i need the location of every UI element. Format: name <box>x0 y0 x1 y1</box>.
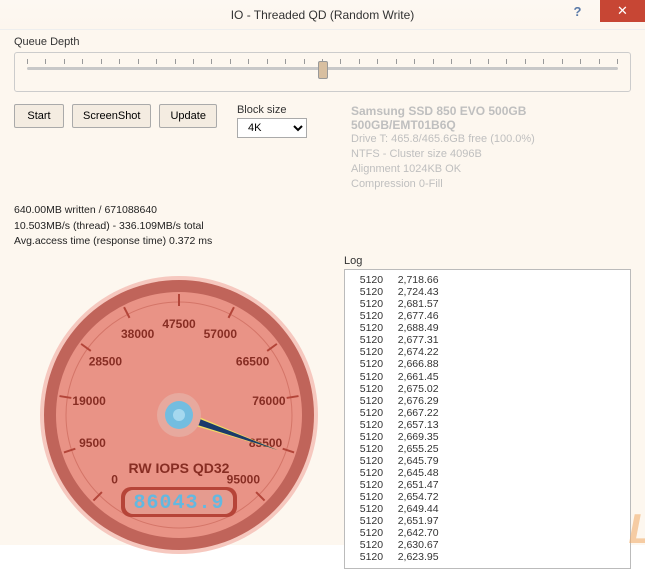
log-label: Log <box>344 255 631 267</box>
block-size-label: Block size <box>237 104 307 116</box>
close-button[interactable]: ✕ <box>600 0 645 22</box>
drive-align: Alignment 1024KB OK <box>351 162 631 177</box>
stats-written: 640.00MB written / 671088640 <box>14 203 631 218</box>
queue-depth-label: Queue Depth <box>14 36 631 48</box>
drive-comp: Compression 0-Fill <box>351 177 631 192</box>
stats-block: 640.00MB written / 671088640 10.503MB/s … <box>14 203 631 249</box>
screenshot-button[interactable]: ScreenShot <box>72 104 151 128</box>
content-area: Queue Depth Start ScreenShot Update Bloc… <box>0 30 645 545</box>
window-title: IO - Threaded QD (Random Write) <box>0 8 645 22</box>
svg-text:95000: 95000 <box>227 472 261 486</box>
svg-text:19000: 19000 <box>72 394 106 408</box>
slider-thumb[interactable] <box>318 61 328 79</box>
svg-text:57000: 57000 <box>204 327 238 341</box>
drive-info: Samsung SSD 850 EVO 500GB 500GB/EMT01B6Q… <box>351 104 631 191</box>
start-button[interactable]: Start <box>14 104 64 128</box>
block-size-select[interactable]: 4K <box>237 118 307 138</box>
svg-text:28500: 28500 <box>89 355 123 369</box>
svg-text:RW IOPS QD32: RW IOPS QD32 <box>129 460 230 476</box>
stats-access-time: Avg.access time (response time) 0.372 ms <box>14 234 631 249</box>
queue-depth-slider[interactable] <box>14 52 631 92</box>
svg-text:0: 0 <box>111 472 118 486</box>
help-button[interactable]: ? <box>555 0 600 22</box>
iops-gauge: 0 9500 19000 28500 38000 47500 57000 66500 76000… <box>14 255 344 555</box>
stats-throughput: 10.503MB/s (thread) - 336.109MB/s total <box>14 219 631 234</box>
svg-text:86043.9: 86043.9 <box>133 492 224 515</box>
svg-text:66500: 66500 <box>236 355 270 369</box>
drive-title: Samsung SSD 850 EVO 500GB 500GB/EMT01B6Q <box>351 104 631 132</box>
svg-text:38000: 38000 <box>121 327 155 341</box>
svg-text:47500: 47500 <box>162 317 196 331</box>
title-bar: IO - Threaded QD (Random Write) ? ✕ <box>0 0 645 30</box>
drive-free: Drive T: 465.8/465.6GB free (100.0%) <box>351 132 631 147</box>
drive-fs: NTFS - Cluster size 4096B <box>351 147 631 162</box>
svg-text:9500: 9500 <box>79 436 106 450</box>
update-button[interactable]: Update <box>159 104 216 128</box>
svg-text:76000: 76000 <box>252 394 286 408</box>
log-box[interactable]: 5120 2,718.66 5120 2,724.43 5120 2,681.5… <box>344 269 631 569</box>
svg-text:85500: 85500 <box>249 436 283 450</box>
